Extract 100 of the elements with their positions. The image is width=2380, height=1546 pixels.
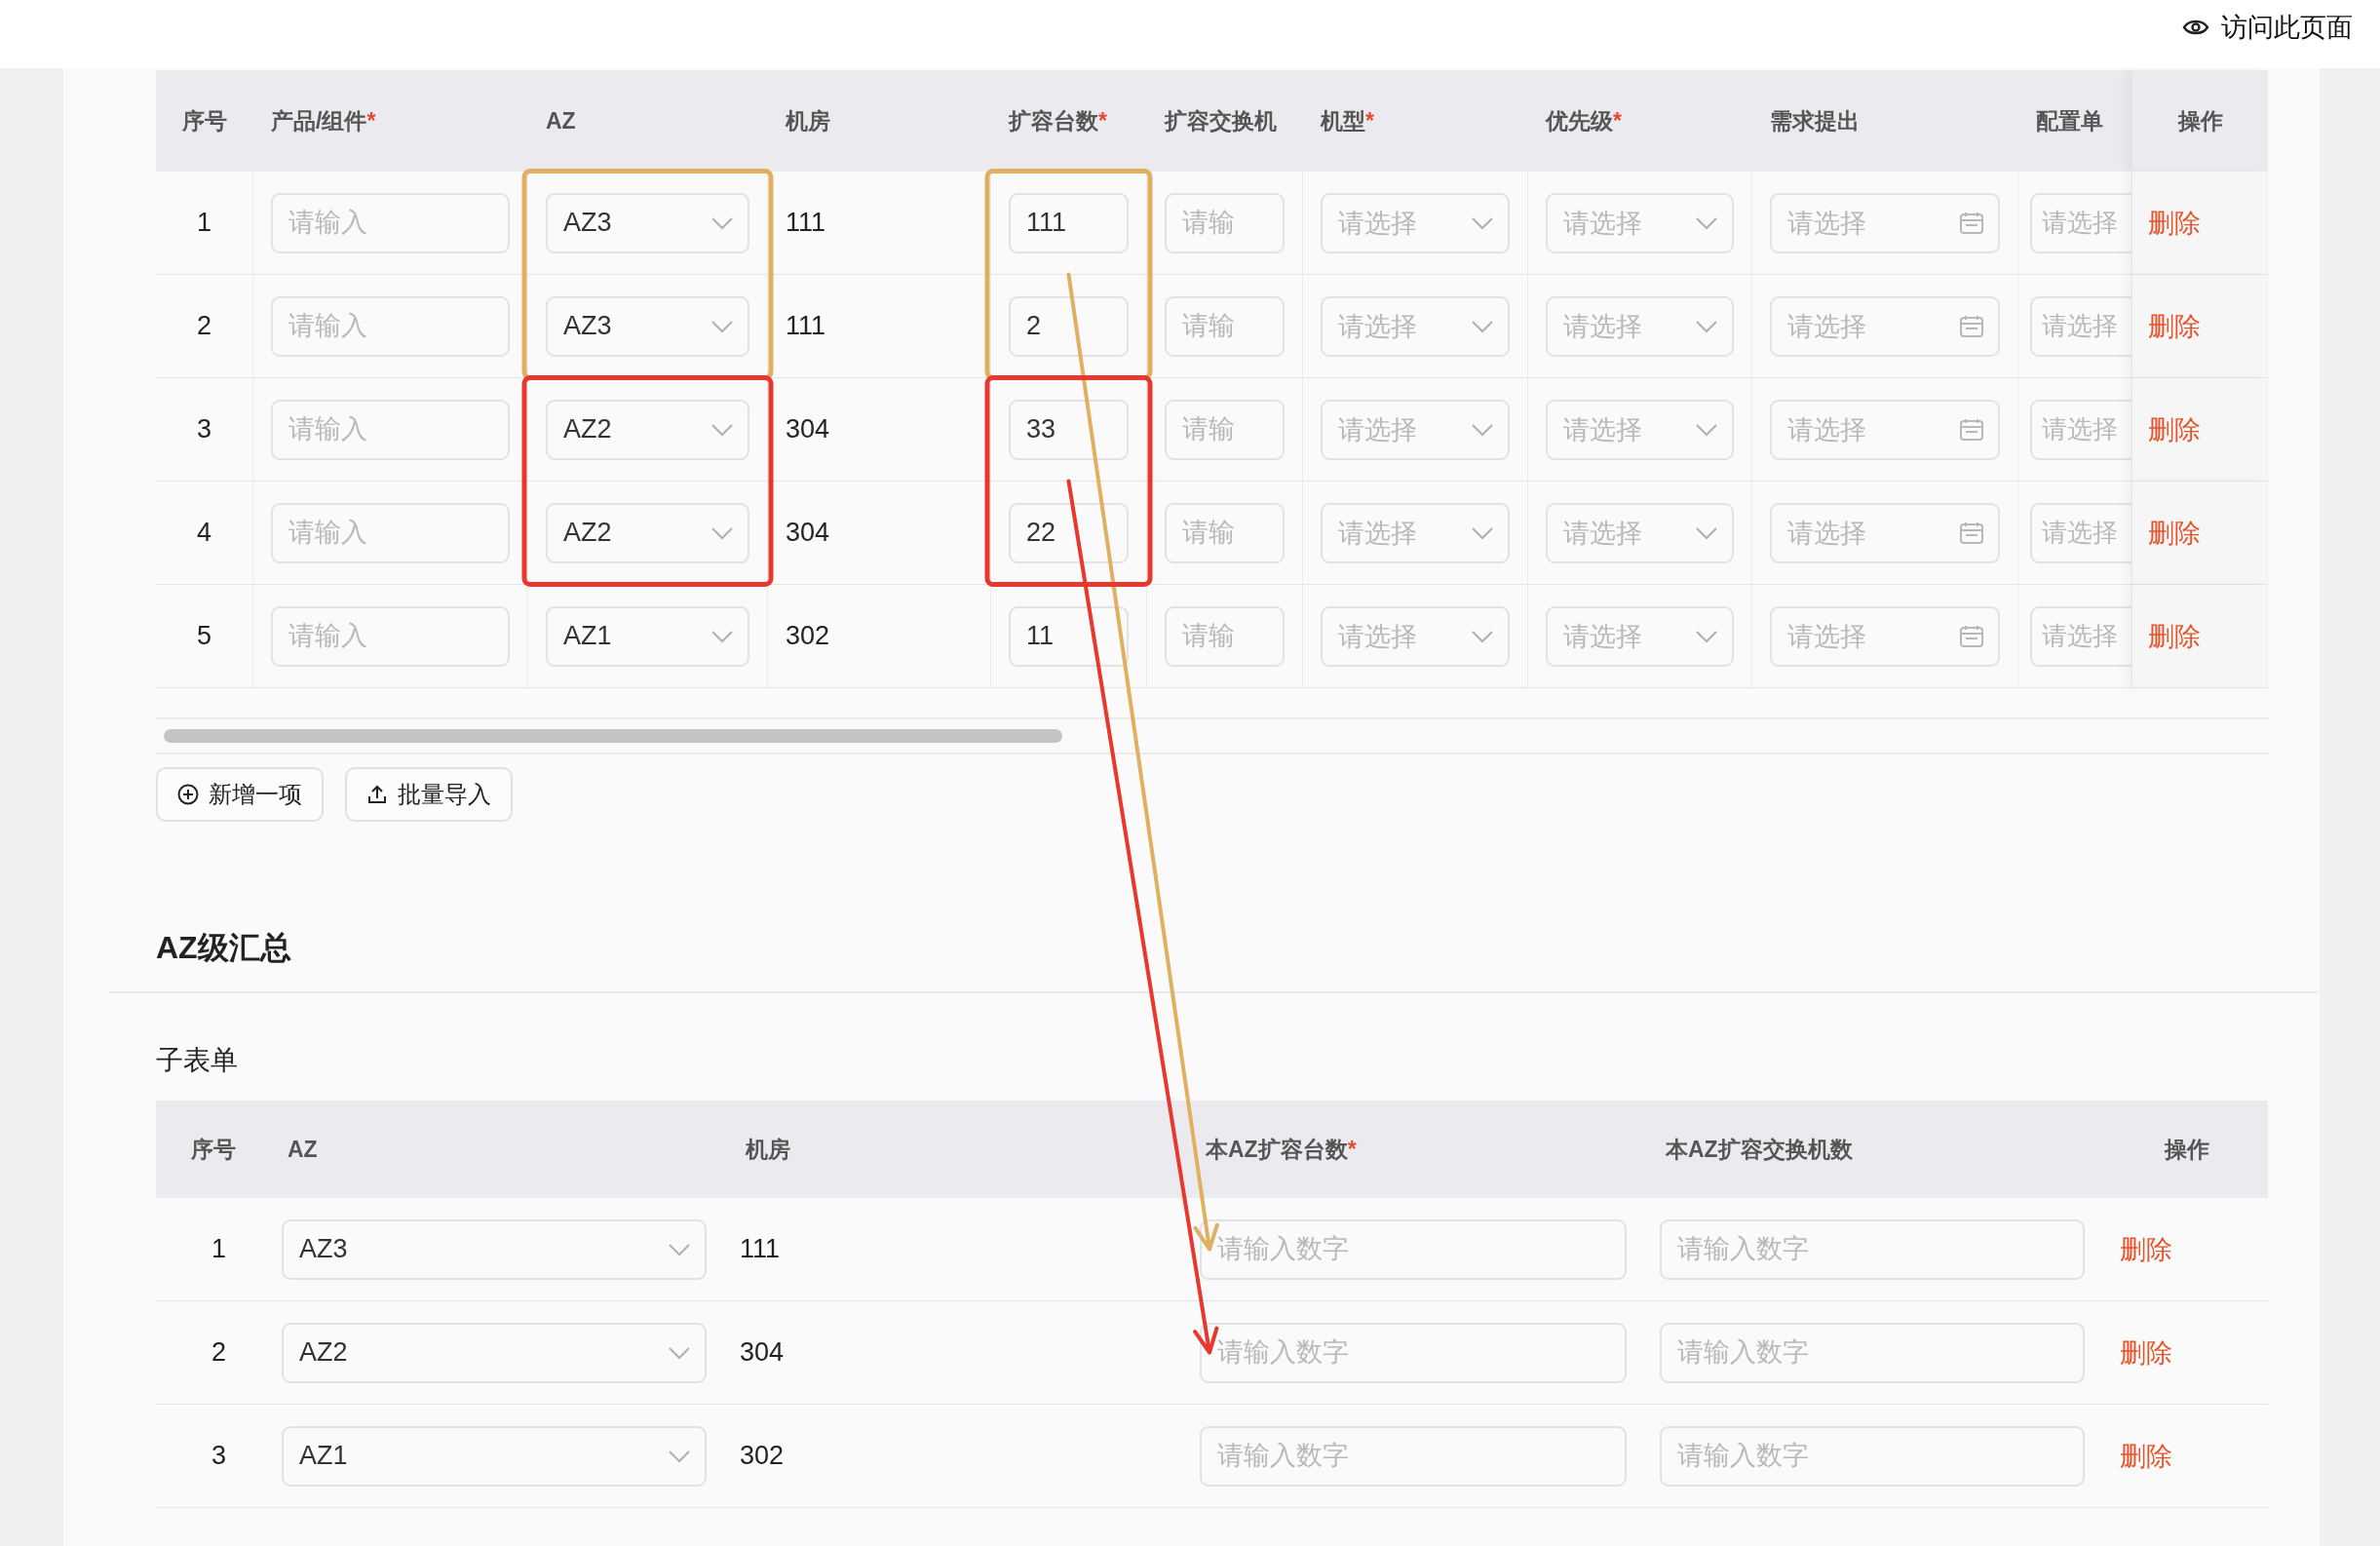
room-cell: 302 (740, 1441, 785, 1471)
date-field[interactable]: 请选择 (1770, 192, 2000, 253)
calendar-icon (1959, 521, 1984, 545)
delete-link[interactable]: 删除 (2148, 308, 2201, 344)
column-header: 操作 (2165, 1135, 2209, 1164)
chevron-down-icon (1695, 629, 1718, 643)
az-select[interactable]: AZ2 (546, 502, 749, 563)
switch-count-field[interactable]: 请输入数字 (1660, 1322, 2085, 1383)
row-number: 2 (211, 1337, 226, 1368)
priority-select[interactable]: 请选择 (1546, 192, 1734, 253)
column-header: 扩容交换机 (1165, 106, 1277, 135)
chevron-down-icon (668, 1242, 691, 1256)
delete-link[interactable]: 删除 (2120, 1231, 2172, 1267)
visit-page-link[interactable]: 访问此页面 (2182, 10, 2353, 58)
switch-count-field[interactable]: 请输入数字 (1660, 1218, 2085, 1280)
delete-link[interactable]: 删除 (2120, 1438, 2172, 1474)
count-field[interactable]: 33 (1009, 399, 1129, 460)
delete-link[interactable]: 删除 (2148, 411, 2201, 447)
chevron-down-icon (1471, 422, 1494, 437)
row-number: 3 (211, 1441, 226, 1471)
switch-field[interactable]: 请输 (1165, 605, 1285, 667)
chevron-down-icon (1471, 319, 1494, 333)
delete-link[interactable]: 删除 (2148, 205, 2201, 241)
chevron-down-icon (1695, 422, 1718, 437)
calendar-icon (1959, 624, 1984, 648)
column-header: AZ (546, 107, 576, 135)
chevron-down-icon (710, 422, 734, 437)
az-select[interactable]: AZ1 (282, 1425, 707, 1487)
delete-link[interactable]: 删除 (2148, 515, 2201, 551)
switch-field[interactable]: 请输 (1165, 399, 1285, 460)
priority-select[interactable]: 请选择 (1546, 399, 1734, 460)
count-field[interactable]: 请输入数字 (1200, 1218, 1627, 1280)
chevron-down-icon (710, 629, 734, 643)
count-field[interactable]: 2 (1009, 295, 1129, 357)
chevron-down-icon (1695, 319, 1718, 333)
room-cell: 304 (786, 414, 830, 444)
delete-link[interactable]: 删除 (2120, 1334, 2172, 1371)
column-header: 机房 (746, 1135, 790, 1164)
column-header: 扩容台数* (1009, 106, 1107, 135)
priority-select[interactable]: 请选择 (1546, 502, 1734, 563)
date-field[interactable]: 请选择 (1770, 605, 2000, 667)
eye-icon (2182, 18, 2209, 37)
config-field[interactable]: 请选择 (2030, 502, 2131, 563)
switch-field[interactable]: 请输 (1165, 192, 1285, 253)
upload-icon (366, 784, 388, 805)
calendar-icon (1959, 417, 1984, 442)
priority-select[interactable]: 请选择 (1546, 295, 1734, 357)
model-select[interactable]: 请选择 (1321, 295, 1510, 357)
scrollbar[interactable] (164, 729, 1062, 743)
model-select[interactable]: 请选择 (1321, 399, 1510, 460)
count-field[interactable]: 请输入数字 (1200, 1425, 1627, 1487)
column-header: 机房 (786, 106, 830, 135)
date-field[interactable]: 请选择 (1770, 295, 2000, 357)
az-select[interactable]: AZ3 (546, 295, 749, 357)
config-field[interactable]: 请选择 (2030, 192, 2131, 253)
date-field[interactable]: 请选择 (1770, 399, 2000, 460)
delete-link[interactable]: 删除 (2148, 618, 2201, 654)
column-header: 本AZ扩容交换机数 (1666, 1135, 1853, 1164)
product-field[interactable]: 请输入 (271, 399, 510, 460)
chevron-down-icon (1471, 525, 1494, 540)
chevron-down-icon (710, 525, 734, 540)
az-select[interactable]: AZ1 (546, 605, 749, 667)
column-header: 序号 (182, 106, 227, 135)
config-field[interactable]: 请选择 (2030, 605, 2131, 667)
chevron-down-icon (1471, 215, 1494, 230)
switch-field[interactable]: 请输 (1165, 295, 1285, 357)
import-button[interactable]: 批量导入 (345, 767, 513, 822)
room-cell: 111 (740, 1234, 781, 1264)
product-field[interactable]: 请输入 (271, 605, 510, 667)
count-field[interactable]: 11 (1009, 605, 1129, 667)
switch-field[interactable]: 请输 (1165, 502, 1285, 563)
count-field[interactable]: 22 (1009, 502, 1129, 563)
az-select[interactable]: AZ3 (546, 192, 749, 253)
chevron-down-icon (668, 1345, 691, 1360)
plus-circle-icon (177, 784, 199, 805)
add-item-button[interactable]: 新增一项 (156, 767, 324, 822)
product-field[interactable]: 请输入 (271, 502, 510, 563)
az-select[interactable]: AZ2 (282, 1322, 707, 1383)
count-field[interactable]: 请输入数字 (1200, 1322, 1627, 1383)
switch-count-field[interactable]: 请输入数字 (1660, 1425, 2085, 1487)
column-header: 优先级* (1546, 106, 1622, 135)
az-select[interactable]: AZ3 (282, 1218, 707, 1280)
subform-title: 子表单 (156, 1044, 239, 1077)
config-field[interactable]: 请选择 (2030, 399, 2131, 460)
config-field[interactable]: 请选择 (2030, 295, 2131, 357)
row-number: 2 (197, 311, 211, 341)
az-select[interactable]: AZ2 (546, 399, 749, 460)
model-select[interactable]: 请选择 (1321, 192, 1510, 253)
product-field[interactable]: 请输入 (271, 192, 510, 253)
column-header: 产品/组件* (271, 106, 376, 135)
priority-select[interactable]: 请选择 (1546, 605, 1734, 667)
row-number: 4 (197, 518, 211, 548)
date-field[interactable]: 请选择 (1770, 502, 2000, 563)
column-header: 序号 (190, 1135, 236, 1164)
column-header: 需求提出 (1770, 106, 1860, 135)
model-select[interactable]: 请选择 (1321, 605, 1510, 667)
model-select[interactable]: 请选择 (1321, 502, 1510, 563)
count-field[interactable]: 111 (1009, 192, 1129, 253)
column-header: 机型* (1321, 106, 1374, 135)
product-field[interactable]: 请输入 (271, 295, 510, 357)
